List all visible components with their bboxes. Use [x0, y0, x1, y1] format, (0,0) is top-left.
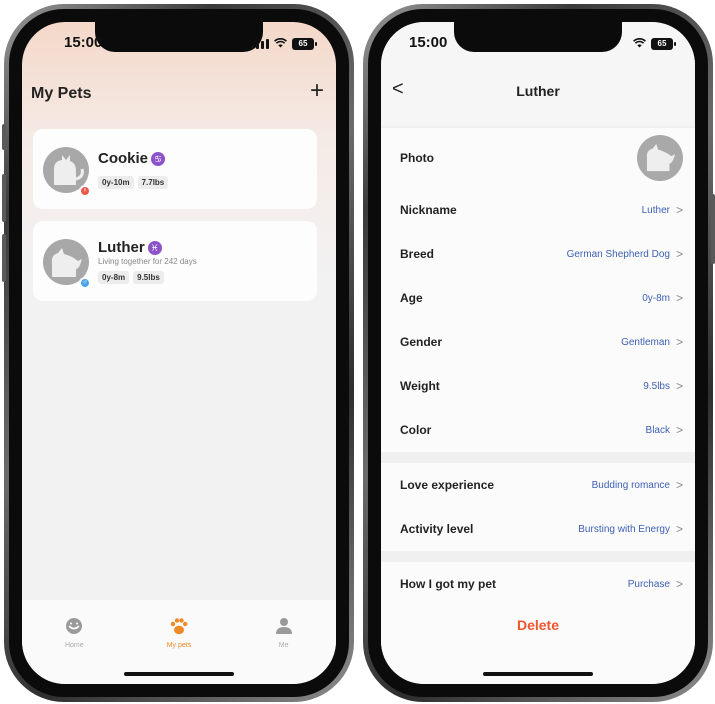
- wifi-icon: [633, 35, 646, 53]
- status-time: 15:00: [409, 34, 448, 51]
- pet-subtitle: Living together for 242 days: [98, 257, 197, 266]
- row-value: Black: [645, 424, 670, 436]
- phone-frame-left: 15:00 65 My Pets + ♀ Cookie ♋ 0y-10m 7.7…: [2, 4, 354, 702]
- male-gender-icon: ♂: [79, 277, 91, 289]
- signal-icon: [251, 39, 269, 49]
- age-row[interactable]: Age 0y-8m >: [381, 276, 695, 320]
- pet-name: Cookie ♋: [98, 150, 166, 167]
- tab-my-pets-label: My pets: [166, 642, 192, 649]
- page-title: My Pets: [31, 85, 92, 102]
- row-value: 9.5lbs: [643, 380, 670, 392]
- chevron-right-icon: >: [675, 423, 683, 437]
- battery-icon: 65: [292, 38, 317, 50]
- pet-tags: 0y-10m 7.7lbs: [98, 176, 169, 189]
- age-tag: 0y-10m: [98, 176, 134, 189]
- bezel: 15:00 65 < Luther Photo Nickname Luther …: [368, 9, 708, 697]
- row-label: Gender: [400, 335, 443, 349]
- female-gender-icon: ♀: [79, 185, 91, 197]
- power-button: [711, 194, 715, 264]
- age-tag: 0y-8m: [98, 271, 130, 284]
- weight-tag: 9.5lbs: [133, 271, 164, 284]
- weight-tag: 7.7lbs: [137, 176, 169, 189]
- status-icons: 65: [633, 35, 676, 53]
- dog-silhouette-icon: [51, 248, 82, 277]
- row-label: Nickname: [400, 203, 457, 217]
- status-time: 15:00: [64, 34, 103, 51]
- add-pet-button[interactable]: +: [310, 79, 324, 103]
- home-indicator: [483, 672, 593, 676]
- row-label: Activity level: [400, 522, 474, 536]
- breed-row[interactable]: Breed German Shepherd Dog >: [381, 232, 695, 276]
- phone-frame-right: 15:00 65 < Luther Photo Nickname Luther …: [363, 4, 715, 702]
- home-bowl-icon: [64, 616, 84, 636]
- tab-me-label: Me: [278, 642, 289, 649]
- home-indicator: [124, 672, 234, 676]
- gender-row[interactable]: Gender Gentleman >: [381, 320, 695, 364]
- pet-card-cookie[interactable]: ♀ Cookie ♋ 0y-10m 7.7lbs: [33, 129, 317, 209]
- row-label: Weight: [400, 379, 440, 393]
- wifi-icon: [274, 35, 287, 53]
- row-label: Color: [400, 423, 432, 437]
- notch: [95, 22, 263, 52]
- bezel: 15:00 65 My Pets + ♀ Cookie ♋ 0y-10m 7.7…: [9, 9, 349, 697]
- row-value: Gentleman: [621, 336, 670, 348]
- zodiac-pisces-icon: ♓: [147, 241, 162, 255]
- tab-home-label: Home: [64, 642, 84, 649]
- tab-me[interactable]: Me: [244, 616, 324, 684]
- row-label: Love experience: [400, 478, 495, 492]
- tab-home[interactable]: Home: [34, 616, 114, 684]
- chevron-right-icon: >: [675, 203, 683, 217]
- row-value: 0y-8m: [642, 292, 670, 304]
- chevron-right-icon: >: [675, 335, 683, 349]
- volume-up-button: [2, 174, 6, 222]
- color-row[interactable]: Color Black >: [381, 408, 695, 452]
- zodiac-cancer-icon: ♋: [151, 152, 166, 166]
- chevron-right-icon: >: [675, 379, 683, 393]
- row-value: Budding romance: [591, 479, 670, 491]
- profile-group: Photo Nickname Luther > Breed German She…: [381, 128, 695, 452]
- person-icon: [275, 616, 293, 636]
- page-title: Luther: [516, 83, 560, 99]
- dog-silhouette-icon: [646, 143, 676, 172]
- photo-label: Photo: [400, 151, 434, 165]
- volume-down-button: [2, 234, 6, 282]
- love-experience-row[interactable]: Love experience Budding romance >: [381, 463, 695, 507]
- row-label: Age: [400, 291, 423, 305]
- pet-card-luther[interactable]: ♂ Luther ♓ Living together for 242 days 0…: [33, 221, 317, 301]
- pet-tags: 0y-8m 9.5lbs: [98, 271, 164, 284]
- battery-icon: 65: [651, 38, 676, 50]
- chevron-right-icon: >: [675, 291, 683, 305]
- notch: [454, 22, 622, 52]
- chevron-right-icon: >: [675, 478, 683, 492]
- row-label: Breed: [400, 247, 435, 261]
- activity-level-row[interactable]: Activity level Bursting with Energy >: [381, 507, 695, 551]
- screen-pet-detail: 15:00 65 < Luther Photo Nickname Luther …: [381, 22, 695, 684]
- row-label: How I got my pet: [400, 577, 496, 591]
- nickname-row[interactable]: Nickname Luther >: [381, 188, 695, 232]
- weight-row[interactable]: Weight 9.5lbs >: [381, 364, 695, 408]
- paw-icon: [169, 616, 189, 636]
- row-value: Purchase: [627, 578, 670, 590]
- row-value: Luther: [641, 204, 670, 216]
- photo-row[interactable]: Photo: [381, 128, 695, 188]
- mute-switch: [2, 124, 6, 150]
- chevron-right-icon: >: [675, 247, 683, 261]
- personality-group: Love experience Budding romance > Activi…: [381, 463, 695, 551]
- pet-photo[interactable]: [637, 135, 683, 181]
- row-value: Bursting with Energy: [578, 523, 670, 535]
- delete-button[interactable]: Delete: [517, 617, 559, 635]
- status-icons: 65: [251, 35, 317, 53]
- cat-silhouette-icon: [54, 155, 84, 185]
- chevron-right-icon: >: [675, 577, 683, 591]
- screen-my-pets: 15:00 65 My Pets + ♀ Cookie ♋ 0y-10m 7.7…: [22, 22, 336, 684]
- pet-name: Luther ♓: [98, 239, 162, 256]
- chevron-right-icon: >: [675, 522, 683, 536]
- row-value: German Shepherd Dog: [566, 248, 670, 260]
